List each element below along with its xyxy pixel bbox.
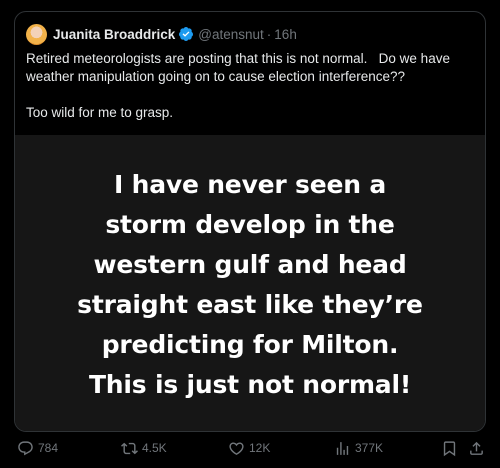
tweet-card[interactable]: Juanita Broaddrick @atensnut · 16h Retir…	[14, 11, 486, 432]
reply-count: 784	[38, 441, 59, 455]
bookmark-button[interactable]	[441, 436, 458, 460]
views-count: 377K	[355, 441, 384, 455]
share-button[interactable]	[468, 436, 485, 460]
views-button[interactable]: 377K	[334, 436, 383, 460]
heart-icon	[229, 441, 244, 455]
tweet-actions-bar: 784 4.5K 12K 377K	[0, 436, 500, 460]
author-name[interactable]: Juanita Broaddrick	[53, 27, 175, 42]
reply-icon	[18, 440, 33, 455]
reply-button[interactable]: 784	[17, 436, 58, 460]
tweet-media-image[interactable]: I have never seen a storm develop in the…	[15, 135, 485, 431]
tweet-timestamp[interactable]: 16h	[274, 27, 297, 42]
separator-dot: ·	[266, 26, 272, 42]
like-button[interactable]: 12K	[228, 436, 270, 460]
repost-icon	[121, 442, 138, 454]
verified-badge-icon	[179, 27, 194, 41]
views-chart-icon	[336, 441, 349, 455]
avatar[interactable]	[26, 23, 47, 45]
bookmark-icon	[443, 440, 456, 456]
repost-count: 4.5K	[142, 441, 167, 455]
media-text: I have never seen a storm develop in the…	[77, 170, 423, 399]
tweet-text: Retired meteorologists are posting that …	[26, 51, 450, 120]
author-handle[interactable]: @atensnut	[198, 27, 264, 42]
share-icon	[470, 441, 483, 455]
repost-button[interactable]: 4.5K	[121, 436, 167, 460]
like-count: 12K	[249, 441, 271, 455]
tweet-header: Juanita Broaddrick @atensnut · 16h	[26, 23, 297, 45]
